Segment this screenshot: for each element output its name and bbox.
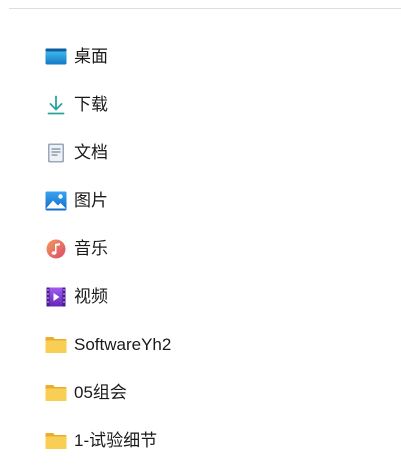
download-icon [45,95,67,115]
nav-item-folder-1[interactable]: 1-试验细节 [0,417,401,465]
top-divider [9,8,401,9]
video-icon [45,287,67,307]
nav-item-pictures[interactable]: 图片 [0,177,401,225]
quick-access-list: 桌面 下载 文档 图片 音乐 视频 SoftwareYh2 05组会 1-试验细… [0,33,401,465]
nav-item-label: 05组会 [74,383,127,402]
folder-icon [45,383,67,403]
music-icon [45,239,67,259]
nav-item-music[interactable]: 音乐 [0,225,401,273]
nav-item-label: 音乐 [74,239,108,258]
nav-item-downloads[interactable]: 下载 [0,81,401,129]
nav-item-label: 桌面 [74,47,108,66]
nav-item-folder-softwareyh2[interactable]: SoftwareYh2 [0,321,401,369]
nav-item-label: SoftwareYh2 [74,335,172,354]
nav-item-videos[interactable]: 视频 [0,273,401,321]
nav-item-desktop[interactable]: 桌面 [0,33,401,81]
nav-item-label: 下载 [74,95,108,114]
nav-item-label: 文档 [74,143,108,162]
nav-item-label: 视频 [74,287,108,306]
folder-icon [45,335,67,355]
nav-item-label: 图片 [74,191,108,210]
folder-icon [45,431,67,451]
nav-item-label: 1-试验细节 [74,431,158,450]
nav-item-folder-05[interactable]: 05组会 [0,369,401,417]
document-icon [45,143,67,163]
pictures-icon [45,191,67,211]
desktop-icon [45,47,67,67]
nav-item-documents[interactable]: 文档 [0,129,401,177]
